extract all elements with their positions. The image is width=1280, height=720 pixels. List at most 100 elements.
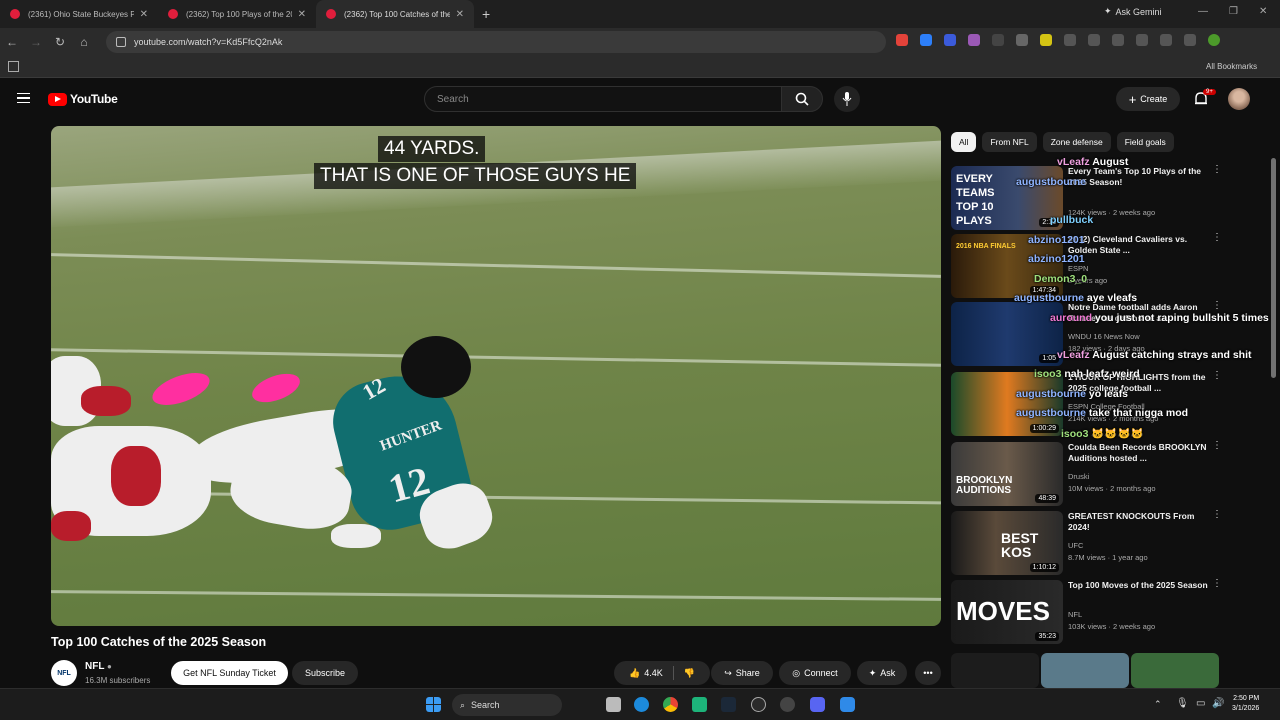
channel-name[interactable]: ESPN [1068, 264, 1088, 273]
more-options-icon[interactable]: ⋮ [1212, 301, 1222, 311]
browser-tab-top-100-plays[interactable]: (2362) Top 100 Plays of the 2025 ✕ [158, 0, 316, 28]
video-title[interactable]: Coulda Been Records BROOKLYN Auditions h… [1068, 442, 1218, 464]
minimize-icon[interactable]: — [1198, 6, 1208, 17]
extension-icon[interactable] [1016, 34, 1028, 46]
video-thumbnail[interactable]: MOVES 35:23 [951, 580, 1063, 644]
hamburger-menu-icon[interactable] [17, 93, 30, 103]
discord-icon[interactable] [810, 697, 825, 712]
windows-start-icon[interactable] [426, 697, 441, 712]
volume-icon[interactable]: 🔊 [1212, 698, 1224, 709]
recommendation-item[interactable]: 2016 NBA FINALS 1:47:34 #1 (2) Cleveland… [951, 233, 1251, 298]
chevron-up-icon[interactable]: ⌃ [1154, 699, 1162, 710]
chip-field-goals[interactable]: Field goals [1116, 132, 1174, 152]
apps-grid-icon[interactable] [8, 61, 19, 72]
app-icon[interactable] [692, 697, 707, 712]
search-button[interactable] [781, 86, 823, 112]
clock[interactable]: 2:50 PM 3/1/2026 [1232, 694, 1259, 714]
url-field[interactable]: youtube.com/watch?v=Kd5FfcQ2nAk [106, 31, 886, 53]
close-tab-icon[interactable]: ✕ [298, 9, 306, 20]
video-title[interactable]: Top 100 Moves of the 2025 Season [1068, 580, 1218, 591]
taskbar-search[interactable]: ⌕ Search [452, 694, 562, 716]
create-button[interactable]: + Create [1116, 87, 1180, 111]
channel-name[interactable]: WNDU 16 News Now [1068, 332, 1140, 341]
page-scrollbar[interactable] [1271, 158, 1276, 378]
search-input[interactable]: Search [424, 86, 782, 112]
extension-icon[interactable] [1040, 34, 1052, 46]
chip-all[interactable]: All [951, 132, 977, 152]
close-tab-icon[interactable]: ✕ [456, 9, 464, 20]
video-title[interactable]: Every Team's Top 10 Plays of the 2025 Se… [1068, 166, 1218, 188]
extension-icon[interactable] [968, 34, 980, 46]
chrome-icon[interactable] [663, 697, 678, 712]
more-options-icon[interactable]: ⋮ [1212, 165, 1222, 175]
chip-from-nfl[interactable]: From NFL [982, 132, 1037, 152]
channel-name[interactable]: NFL [1068, 610, 1082, 619]
video-player[interactable]: 12 HUNTER 12 44 YARDS. THAT IS ONE OF TH… [51, 126, 941, 626]
extension-icon[interactable] [896, 34, 908, 46]
settings-icon[interactable] [780, 697, 795, 712]
ask-button[interactable]: ✦ Ask [857, 661, 907, 685]
recommendation-item[interactable]: MOVES 35:23 Top 100 Moves of the 2025 Se… [951, 579, 1251, 644]
close-tab-icon[interactable]: ✕ [140, 9, 148, 20]
edge-icon[interactable] [634, 697, 649, 712]
nfl-sunday-ticket-button[interactable]: Get NFL Sunday Ticket [171, 661, 288, 685]
recommendation-item[interactable]: BEST KOS 1:10:12 GREATEST KNOCKOUTS From… [951, 510, 1251, 575]
file-explorer-icon[interactable] [606, 697, 621, 712]
chip-zone-defense[interactable]: Zone defense [1042, 132, 1111, 152]
video-title[interactable]: GREATEST KNOCKOUTS From 2024! [1068, 511, 1218, 533]
home-icon[interactable]: ⌂ [72, 35, 96, 49]
channel-name[interactable]: UFC [1068, 541, 1083, 550]
more-actions-icon[interactable]: ••• [915, 661, 941, 685]
video-thumbnail[interactable]: BEST KOS 1:10:12 [951, 511, 1063, 575]
app-icon[interactable] [751, 697, 766, 712]
menu-icon[interactable] [1184, 34, 1196, 46]
browser-tab-top-100-catches[interactable]: (2362) Top 100 Catches of the 2 ✕ [316, 0, 474, 28]
sidebar-icon[interactable] [1088, 34, 1100, 46]
star-icon[interactable] [1136, 34, 1148, 46]
app-icon[interactable] [840, 697, 855, 712]
browser-tab-ohio-state[interactable]: (2361) Ohio State Buckeyes Pla ✕ [0, 0, 158, 28]
shorts-thumbnail[interactable] [951, 653, 1039, 688]
like-icon[interactable]: 👍 [629, 668, 640, 679]
extension-icon[interactable] [992, 34, 1004, 46]
all-bookmarks-link[interactable]: All Bookmarks [1206, 62, 1257, 71]
extension-icon[interactable] [944, 34, 956, 46]
microphone-tray-icon[interactable]: 🎙 [1176, 698, 1189, 709]
puzzle-icon[interactable] [1064, 34, 1076, 46]
maximize-icon[interactable]: ❐ [1229, 6, 1238, 17]
video-title[interactable]: #1 (2) Cleveland Cavaliers vs. Golden St… [1068, 234, 1218, 256]
share-button[interactable]: ↪ Share [711, 661, 773, 685]
channel-name[interactable]: NFL ● [85, 661, 112, 672]
more-options-icon[interactable]: ⋮ [1212, 579, 1222, 589]
ask-gemini-button[interactable]: ✦ Ask Gemini [1104, 6, 1162, 17]
forward-icon[interactable]: → [24, 35, 48, 49]
recommendation-item[interactable]: EVERY TEAMS TOP 10 PLAYS 2:13 Every Team… [951, 165, 1251, 230]
nfl-channel-avatar[interactable]: NFL [51, 660, 77, 686]
connect-button[interactable]: ◎ Connect [779, 661, 851, 685]
like-count[interactable]: 4.4K [644, 668, 663, 678]
subscribe-button[interactable]: Subscribe [292, 661, 358, 685]
avatar[interactable] [1228, 88, 1250, 110]
profile-icon[interactable] [1208, 34, 1220, 46]
shorts-thumbnail[interactable] [1041, 653, 1129, 688]
channel-name[interactable]: Druski [1068, 472, 1089, 481]
reload-icon[interactable]: ↻ [48, 35, 72, 49]
more-options-icon[interactable]: ⋮ [1212, 233, 1222, 243]
youtube-logo[interactable]: YouTube [48, 92, 118, 106]
dislike-icon[interactable]: 👎 [684, 668, 695, 679]
steam-icon[interactable] [721, 697, 736, 712]
new-tab-button[interactable]: + [482, 6, 490, 22]
close-window-icon[interactable]: ✕ [1259, 6, 1267, 17]
more-options-icon[interactable]: ⋮ [1212, 441, 1222, 451]
link-icon[interactable] [1112, 34, 1124, 46]
site-info-icon[interactable] [116, 37, 126, 47]
video-thumbnail[interactable]: BROOKLYN AUDITIONS 48:39 [951, 442, 1063, 506]
back-icon[interactable]: ← [0, 35, 24, 49]
shorts-thumbnail[interactable] [1131, 653, 1219, 688]
extension-icon[interactable] [920, 34, 932, 46]
more-options-icon[interactable]: ⋮ [1212, 371, 1222, 381]
download-icon[interactable] [1160, 34, 1172, 46]
video-thumbnail[interactable]: 1:05 [951, 302, 1063, 366]
video-thumbnail[interactable]: 1:00:29 [951, 372, 1063, 436]
more-options-icon[interactable]: ⋮ [1212, 510, 1222, 520]
